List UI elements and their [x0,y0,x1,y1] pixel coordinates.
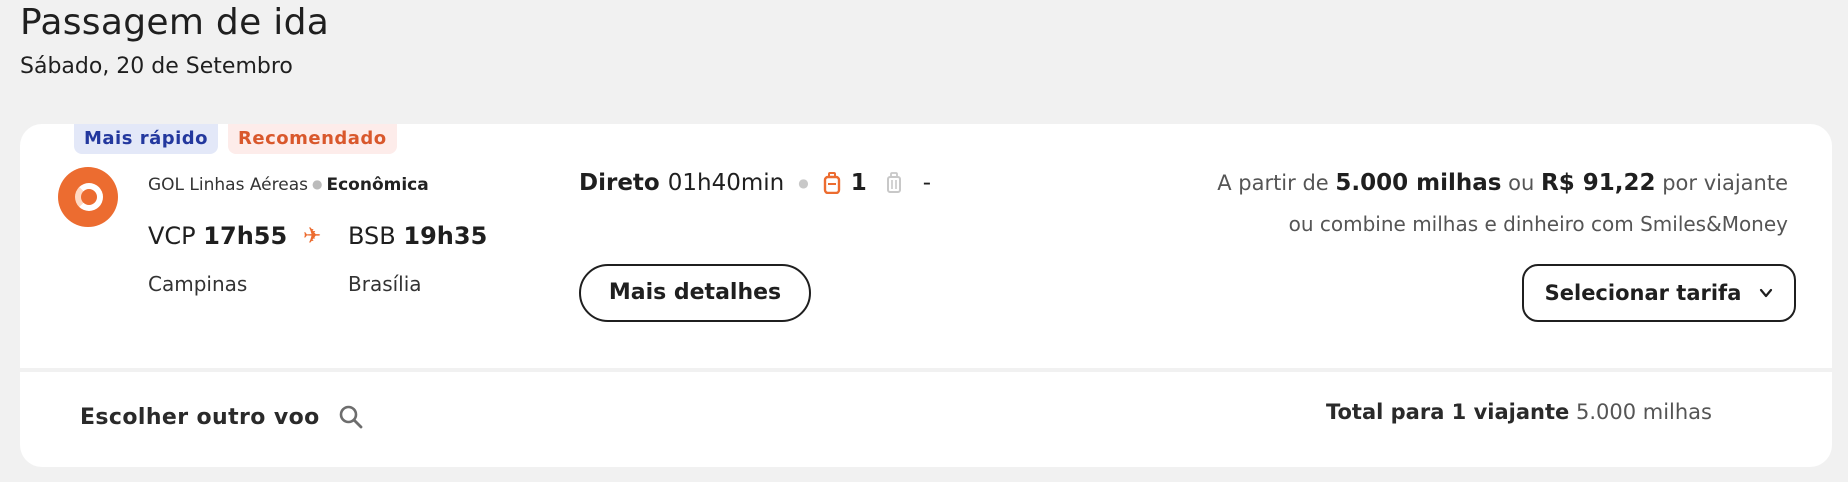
flight-summary: Direto 01h40min ● 1 - [579,170,931,196]
flight-card: Mais rápido Recomendado GOL Linhas Aérea… [20,124,1832,467]
carry-on-count: 1 [850,170,867,196]
chevron-down-icon [1760,288,1773,298]
airline-name: GOL Linhas Aéreas [148,175,308,195]
page-title: Passagem de ida [20,2,330,43]
departure: VCP 17h55 [148,222,287,250]
origin-code: VCP [148,222,196,250]
destination-code: BSB [348,222,396,250]
total-value: 5.000 milhas [1575,400,1712,424]
checked-bag-icon [886,172,901,193]
airline-info: GOL Linhas Aéreas ● Econômica [148,175,429,195]
plane-icon: ✈ [303,224,322,249]
page-date: Sábado, 20 de Setembro [20,54,293,79]
price-or: ou [1508,171,1535,195]
choose-other-flight-link[interactable]: Escolher outro voo [80,404,364,430]
arrival: BSB 19h35 [348,222,487,250]
stops-label: Direto [579,170,660,196]
choose-other-flight-label: Escolher outro voo [80,404,320,430]
search-icon [339,405,363,429]
price-prefix: A partir de [1217,171,1329,195]
fastest-badge: Mais rápido [74,124,219,154]
origin-city: Campinas [148,272,248,296]
price-suffix: por viajante [1662,171,1788,195]
carry-on-bag-icon [823,172,840,194]
recommended-badge: Recomendado [228,124,397,154]
separator-dot: ● [798,176,809,190]
select-fare-label: Selecionar tarifa [1544,281,1742,305]
arrival-time: 19h35 [403,222,488,250]
select-fare-button[interactable]: Selecionar tarifa [1522,264,1796,322]
more-details-button[interactable]: Mais detalhes [579,264,811,322]
price-money: R$ 91,22 [1541,170,1656,196]
price-line: A partir de 5.000 milhas ou R$ 91,22 por… [1217,170,1788,196]
departure-time: 17h55 [203,222,288,250]
cabin-class: Econômica [326,175,429,195]
destination-city: Brasília [348,272,422,296]
total-price: Total para 1 viajante 5.000 milhas [1326,400,1712,424]
smiles-money-text: ou combine milhas e dinheiro com Smiles&… [1288,212,1788,236]
price-miles: 5.000 milhas [1335,170,1502,196]
card-divider [20,368,1832,372]
separator-dot: ● [312,177,323,191]
checked-bag-value: - [922,170,932,196]
airline-logo [58,167,118,227]
total-label: Total para 1 viajante [1325,400,1570,424]
duration: 01h40min [667,170,785,196]
